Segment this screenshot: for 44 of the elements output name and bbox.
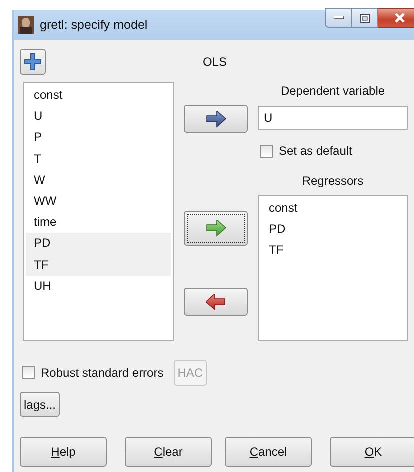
add-regressor-button[interactable] [184,211,248,246]
estimator-label: OLS [203,55,228,69]
dialog-button[interactable]: Clear [125,437,212,467]
right-arrow-icon [206,220,226,237]
close-icon [394,13,406,23]
close-button[interactable] [378,8,414,28]
add-dependent-button[interactable] [184,105,248,133]
list-item[interactable]: const [261,198,405,220]
list-item[interactable]: PD [261,219,405,240]
checkbox[interactable] [22,366,35,379]
dependent-variable-label: Dependent variable [280,83,386,100]
list-item[interactable]: W [26,170,171,191]
checkbox-label: Robust standard errors [41,366,164,380]
regressors-label: Regressors [301,173,365,190]
variable-list[interactable]: const U P T W WW time PD TF UH [23,82,174,341]
list-item[interactable]: T [26,148,171,170]
list-item[interactable]: TF [26,254,171,276]
list-item[interactable]: time [26,212,171,234]
regressor-list[interactable]: const PD TF [258,195,408,341]
list-item[interactable]: U [26,106,171,128]
remove-button[interactable] [184,288,248,316]
list-item[interactable]: PD [26,233,171,254]
list-item[interactable]: UH [26,276,171,297]
plus-icon [24,53,42,71]
right-arrow-icon [206,110,226,128]
app-icon [18,16,34,34]
maximize-button[interactable] [352,8,378,28]
list-item[interactable]: P [26,127,171,149]
lags-button[interactable]: lags... [20,392,60,417]
checkbox[interactable] [260,144,273,158]
dialog-button[interactable]: OK [330,437,414,467]
left-arrow-icon [206,294,226,310]
checkbox-label: Set as default [279,144,352,158]
list-item[interactable]: WW [26,190,171,212]
list-item[interactable]: const [26,85,171,106]
maximize-icon [360,14,370,22]
dialog-button[interactable]: Help [20,437,107,467]
minimize-button[interactable] [325,8,352,28]
minimize-icon [334,16,344,20]
window-title: gretl: specify model [40,18,148,32]
dependent-variable-field[interactable]: U [258,106,408,130]
add-button[interactable] [20,49,46,75]
list-item[interactable]: TF [261,240,405,262]
dialog-button[interactable]: Cancel [225,437,312,467]
